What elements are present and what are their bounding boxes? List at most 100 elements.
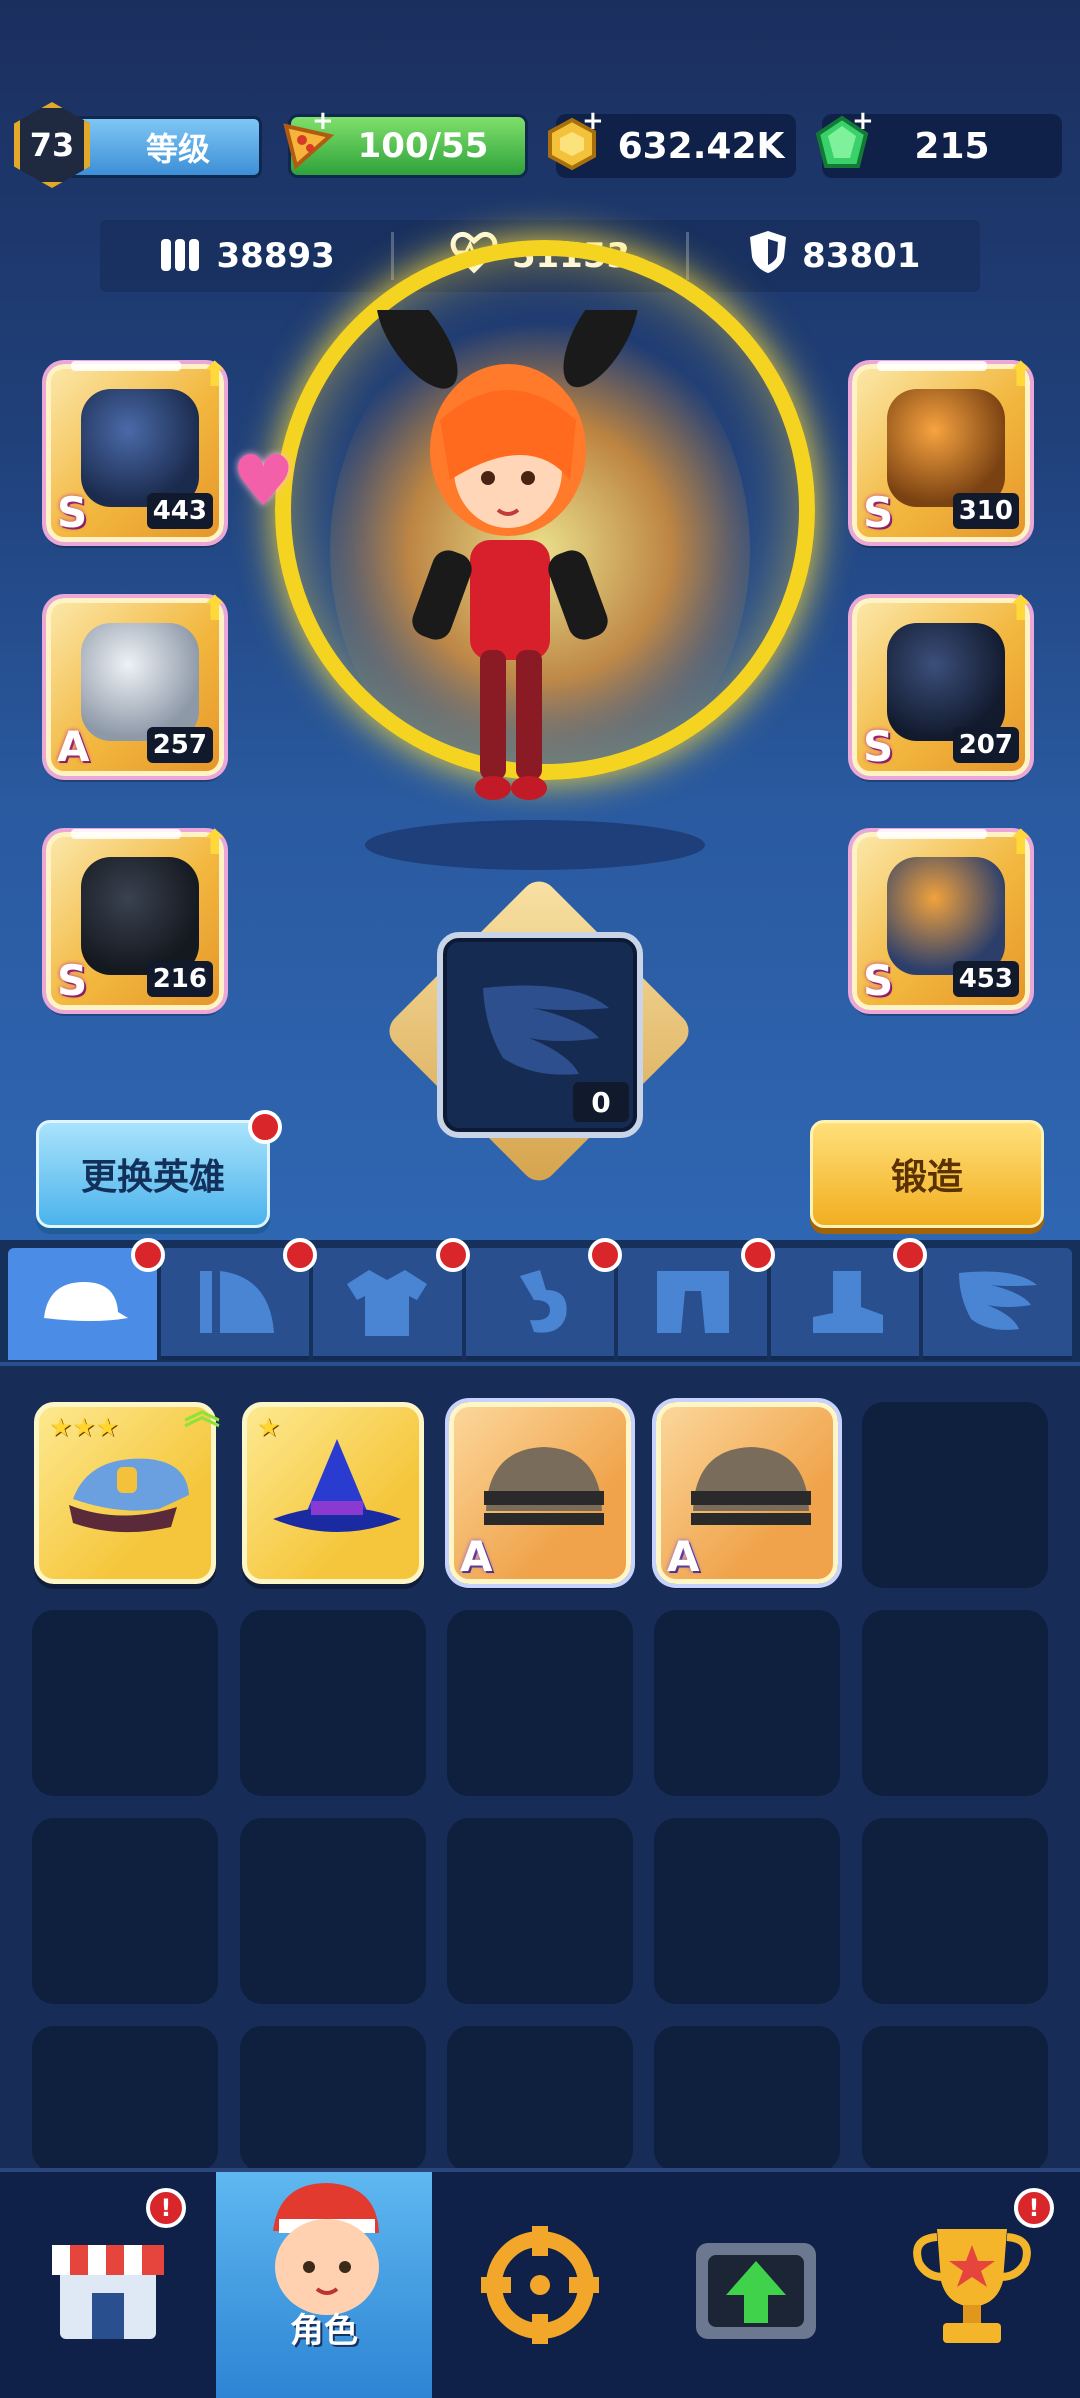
equip-slot-mask[interactable]: ⬆ A 257 [46, 589, 229, 776]
equipment-category-tabs [8, 1238, 1073, 1360]
nav-character-label: 角色 [290, 2311, 358, 2351]
item-level: 207 [952, 727, 1019, 763]
inventory-empty-slot[interactable] [447, 1610, 633, 1796]
energy-value: 100/55 [357, 126, 489, 166]
grade-label: S [57, 488, 88, 537]
tab-hat[interactable] [8, 1238, 165, 1360]
forge-button[interactable]: 锻造 [810, 1120, 1044, 1228]
gold-value: 632.42K [617, 125, 785, 167]
shop-icon [52, 2245, 164, 2339]
inventory-item-steel-helmet[interactable]: A [656, 1402, 838, 1584]
tab-wings[interactable] [923, 1248, 1073, 1360]
energy-plus-icon[interactable]: + [312, 106, 334, 136]
gold-plus-icon[interactable]: + [582, 106, 604, 136]
inventory-empty-slot[interactable] [654, 1818, 840, 2004]
inventory-item-wizard-hat[interactable]: ★ [242, 1402, 424, 1584]
equip-slot-helmet[interactable]: ⬆ S 443 [46, 355, 229, 542]
grade-label: A [460, 1532, 493, 1581]
tab-glove[interactable] [465, 1238, 623, 1360]
attack-stat: 38893 [100, 229, 391, 284]
wizard-hat-icon [273, 1439, 401, 1532]
grade-label: S [57, 956, 88, 1005]
wings-level: 0 [573, 1082, 629, 1122]
equip-slot-wings[interactable]: 0 [437, 932, 643, 1138]
equip-slot-gauntlet[interactable]: ⬆ S 207 [852, 589, 1035, 776]
upgrade-arrow-icon: ⬆ [200, 355, 230, 395]
notification-dot [130, 1238, 165, 1272]
notification-dot [435, 1238, 470, 1272]
pants-icon [656, 1271, 729, 1333]
upgrade-arrow-icon: ⬆ [200, 823, 230, 863]
boots-icon [887, 857, 1005, 975]
favorite-heart-icon[interactable]: ♥ [232, 440, 295, 522]
attack-value: 38893 [216, 236, 335, 276]
inventory-empty-slot[interactable] [862, 1610, 1048, 1796]
inventory-empty-slot[interactable] [32, 1610, 218, 1796]
nav-battle[interactable] [432, 2172, 648, 2398]
equip-slot-belt[interactable]: ⬆ S 216 [46, 823, 229, 1010]
inventory-empty-slot[interactable] [240, 1818, 426, 2004]
mask-icon [81, 623, 199, 741]
inventory-empty-slot[interactable] [240, 1610, 426, 1796]
sparkle [877, 361, 987, 371]
tab-cape[interactable] [160, 1238, 318, 1360]
nav-trophy[interactable]: ! [864, 2172, 1080, 2398]
belt-icon [81, 857, 199, 975]
cape-icon [199, 1271, 274, 1333]
notification-dot [740, 1238, 775, 1272]
level-bar[interactable]: 等级 [66, 116, 262, 178]
nav-upgrade[interactable] [648, 2172, 864, 2398]
inventory-empty-slot[interactable] [862, 1818, 1048, 2004]
inventory-empty-slot[interactable] [447, 1818, 633, 2004]
grade-label: S [863, 722, 894, 771]
gauntlet-icon [887, 623, 1005, 741]
level-value: 73 [29, 126, 75, 164]
nav-character[interactable]: 角色 [216, 2172, 432, 2398]
crosshair-icon [481, 2226, 599, 2344]
inventory-empty-slot[interactable] [654, 2026, 840, 2172]
hero-character[interactable] [330, 280, 750, 830]
inventory-grid: ★★★ ★ A A [0, 1362, 1080, 2172]
gem-plus-icon[interactable]: + [852, 106, 874, 136]
sparkle [71, 361, 181, 371]
sparkle [877, 829, 987, 839]
inventory-item-steel-helmet[interactable]: A [449, 1402, 631, 1584]
forge-label: 锻造 [890, 1157, 963, 1198]
item-level: 257 [146, 727, 213, 763]
tab-pants[interactable] [618, 1238, 775, 1360]
inventory-empty-slot[interactable] [447, 2026, 633, 2172]
level-label: 等级 [145, 130, 210, 168]
change-hero-button[interactable]: 更换英雄 [36, 1120, 270, 1228]
bottom-nav: ! 角色 ! [0, 2168, 1080, 2398]
tab-boots[interactable] [770, 1238, 928, 1360]
helmet-icon [81, 389, 199, 507]
notification-dot [893, 1238, 928, 1272]
grade-label: S [863, 488, 894, 537]
upgrade-chest-icon [696, 2243, 816, 2339]
inventory-empty-slot[interactable] [240, 2026, 426, 2172]
item-level: 216 [146, 961, 213, 997]
tab-shirt[interactable] [313, 1238, 470, 1360]
wings-icon [958, 1271, 1037, 1330]
shield-icon [748, 229, 788, 284]
notification-dot [283, 1238, 318, 1272]
sparkle [71, 829, 181, 839]
inventory-empty-slot[interactable] [862, 1402, 1048, 1588]
inventory-empty-slot[interactable] [654, 1610, 840, 1796]
inventory-empty-slot[interactable] [862, 2026, 1048, 2172]
alert-badge: ! [1014, 2188, 1054, 2228]
equip-slot-boots[interactable]: ⬆ S 453 [852, 823, 1035, 1010]
alert-badge: ! [146, 2188, 186, 2228]
steel-helmet-icon [691, 1447, 811, 1525]
grade-label: A [667, 1532, 700, 1581]
gem-value: 215 [914, 125, 990, 167]
upgrade-arrow-icon: ⬆ [1006, 589, 1036, 629]
equip-slot-shoulder[interactable]: ⬆ S 310 [852, 355, 1035, 542]
upgrade-arrow-icon: ⬆ [200, 589, 230, 629]
notification-dot [248, 1110, 282, 1144]
inventory-empty-slot[interactable] [32, 1818, 218, 2004]
inventory-empty-slot[interactable] [32, 2026, 218, 2172]
nav-shop[interactable]: ! [0, 2172, 216, 2398]
glove-icon [520, 1270, 567, 1333]
bullets-icon [157, 229, 203, 284]
